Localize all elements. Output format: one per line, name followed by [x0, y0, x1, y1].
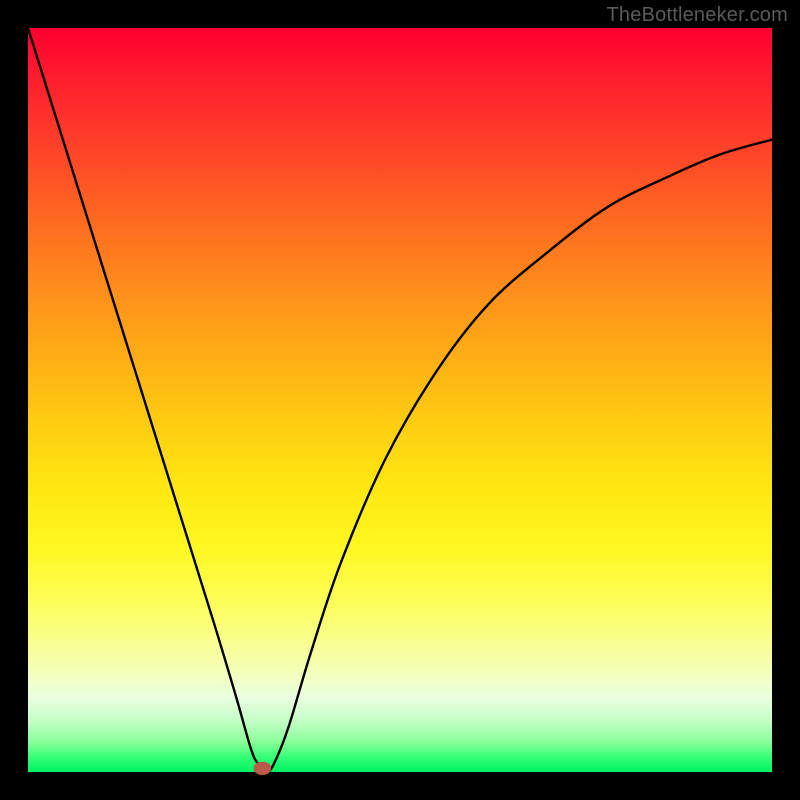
- plot-area: [28, 28, 772, 772]
- chart-frame: TheBottleneker.com: [0, 0, 800, 800]
- curve-svg: [28, 28, 772, 772]
- watermark-text: TheBottleneker.com: [607, 4, 788, 27]
- minimum-marker: [253, 762, 271, 775]
- bottleneck-curve: [28, 28, 772, 772]
